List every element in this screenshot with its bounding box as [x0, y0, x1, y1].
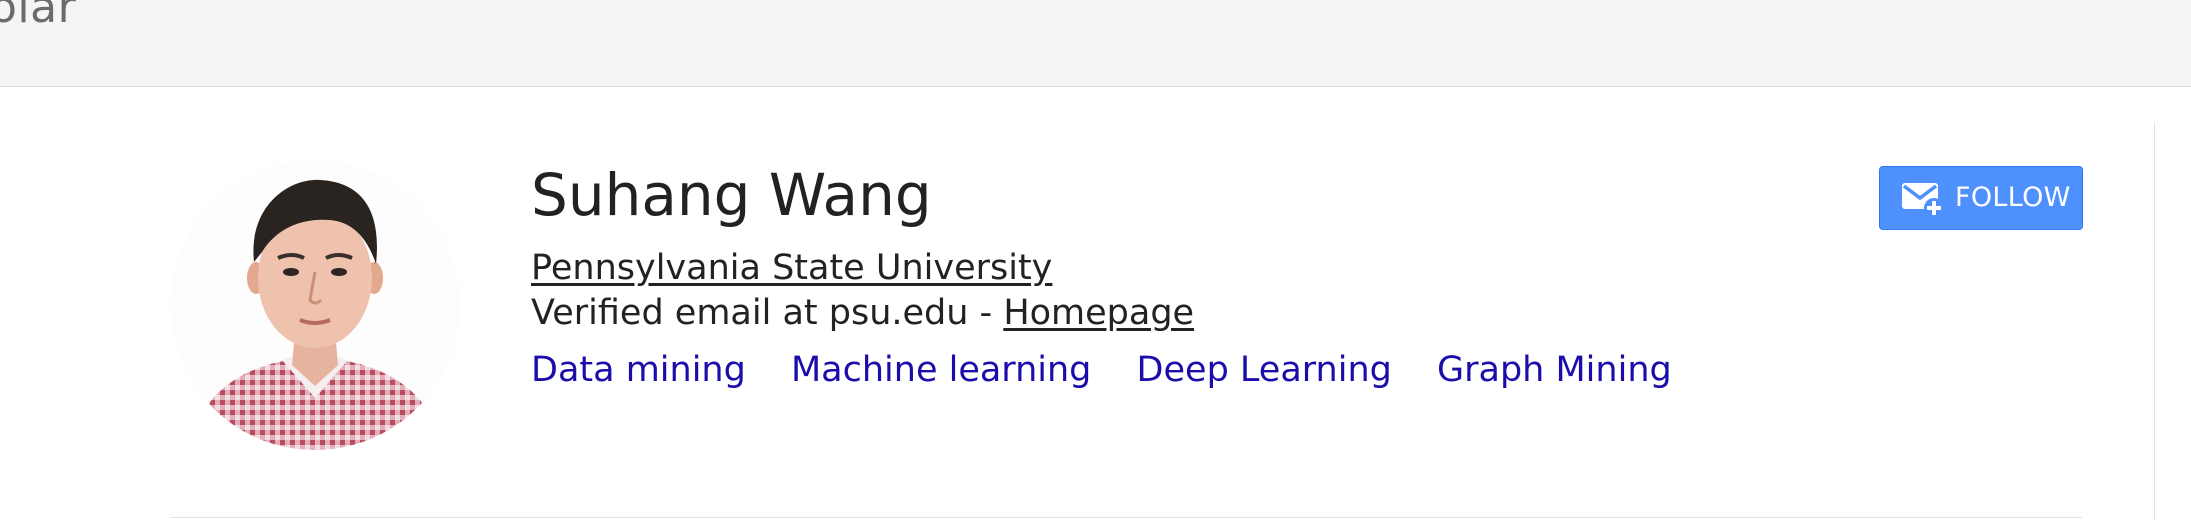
- interest-graph-mining[interactable]: Graph Mining: [1437, 350, 1672, 390]
- right-divider: [2154, 122, 2155, 520]
- interest-deep-learning[interactable]: Deep Learning: [1137, 350, 1392, 390]
- homepage-link[interactable]: Homepage: [1003, 293, 1194, 333]
- follow-label: FOLLOW: [1955, 182, 2071, 213]
- follow-button[interactable]: FOLLOW: [1879, 166, 2083, 230]
- interest-machine-learning[interactable]: Machine learning: [791, 350, 1091, 390]
- top-header-bar: olar: [0, 0, 2191, 87]
- scholar-logo-text[interactable]: olar: [0, 0, 76, 33]
- research-interests: Data mining Machine learning Deep Learni…: [531, 347, 1706, 393]
- bottom-divider: [170, 517, 2082, 518]
- affiliation-link[interactable]: Pennsylvania State University: [531, 246, 1052, 290]
- envelope-plus-icon: [1902, 183, 1944, 218]
- interest-data-mining[interactable]: Data mining: [531, 350, 746, 390]
- verified-email-text: Verified email at psu.edu -: [531, 293, 1004, 333]
- verified-email-line: Verified email at psu.edu - Homepage: [531, 291, 1194, 335]
- profile-photo: [170, 160, 460, 450]
- profile-name: Suhang Wang: [531, 161, 932, 229]
